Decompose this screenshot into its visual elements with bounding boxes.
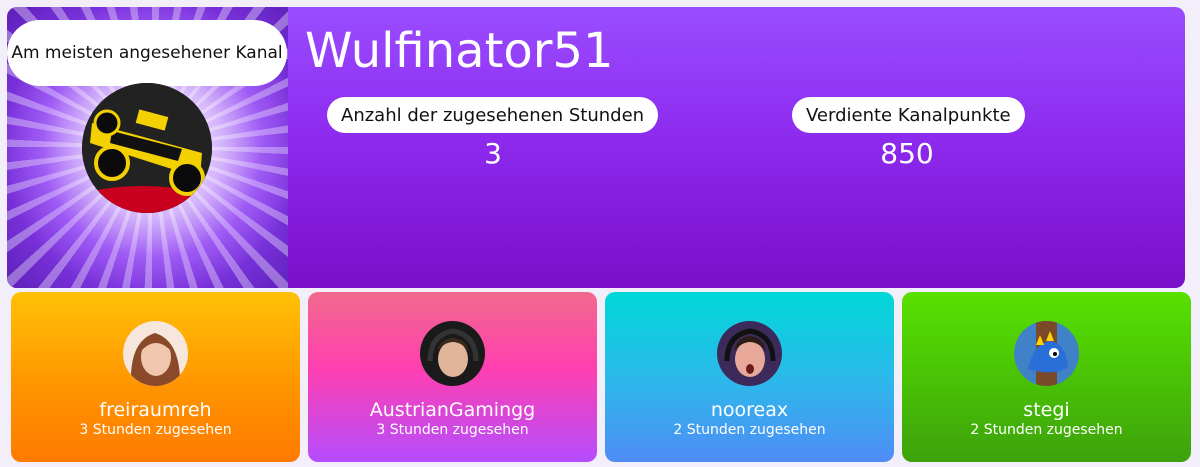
user-card-4[interactable]: stegi 2 Stunden zugesehen bbox=[902, 292, 1191, 462]
user-watch-hours: 3 Stunden zugesehen bbox=[376, 422, 529, 438]
user-name: AustrianGamingg bbox=[369, 399, 536, 421]
avatar bbox=[717, 321, 782, 386]
watched-hours-label: Anzahl der zugesehenen Stunden bbox=[327, 97, 659, 133]
most-watched-channel-card: Am meisten angesehener Kanal Wulfinator5… bbox=[7, 7, 1185, 288]
avatar bbox=[123, 321, 188, 386]
user-name: freiraumreh bbox=[99, 399, 212, 421]
channel-points-label: Verdiente Kanalpunkte bbox=[792, 97, 1025, 133]
avatar bbox=[1014, 321, 1079, 386]
user-name: stegi bbox=[1023, 399, 1070, 421]
avatar bbox=[420, 321, 485, 386]
watched-hours-value: 3 bbox=[484, 137, 502, 170]
user-watch-hours: 3 Stunden zugesehen bbox=[79, 422, 232, 438]
channel-name[interactable]: Wulfinator51 bbox=[305, 23, 614, 79]
user-card-2[interactable]: AustrianGamingg 3 Stunden zugesehen bbox=[308, 292, 597, 462]
channel-points-value: 850 bbox=[880, 137, 934, 170]
race-car-image bbox=[82, 83, 212, 213]
most-watched-badge: Am meisten angesehener Kanal bbox=[7, 20, 287, 86]
user-watch-hours: 2 Stunden zugesehen bbox=[970, 422, 1123, 438]
user-card-1[interactable]: freiraumreh 3 Stunden zugesehen bbox=[11, 292, 300, 462]
user-card-3[interactable]: nooreax 2 Stunden zugesehen bbox=[605, 292, 894, 462]
user-name: nooreax bbox=[710, 399, 789, 421]
user-watch-hours: 2 Stunden zugesehen bbox=[673, 422, 826, 438]
channel-avatar[interactable] bbox=[82, 83, 212, 213]
